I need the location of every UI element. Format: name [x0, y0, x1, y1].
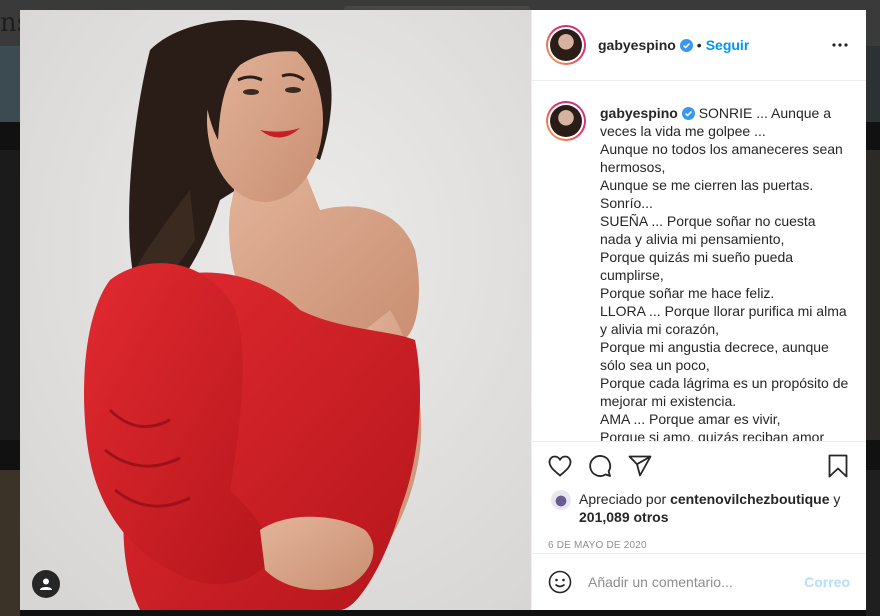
header-separator: •: [696, 37, 702, 53]
post-comment-button[interactable]: Correo: [804, 574, 850, 590]
emoji-icon: [548, 570, 572, 594]
background-grid-tile: [866, 150, 880, 440]
comment-icon: [589, 455, 612, 477]
comment-button[interactable]: [588, 454, 612, 478]
share-icon: [628, 455, 652, 477]
post-caption: gabyespino SONRIE ... Aunque a veces la …: [600, 104, 850, 441]
more-options-icon: [832, 43, 848, 47]
like-button[interactable]: [548, 454, 572, 478]
post-date[interactable]: 6 DE MAYO DE 2020: [548, 540, 850, 551]
emoji-button[interactable]: [548, 570, 572, 594]
caption-text: SONRIE ... Aunque a veces la vida me gol…: [600, 105, 849, 441]
verified-badge-icon: [679, 38, 693, 52]
verified-badge-icon: [681, 107, 695, 120]
caption-avatar[interactable]: [546, 101, 586, 141]
author-username[interactable]: gabyespino: [598, 37, 676, 53]
share-button[interactable]: [628, 454, 652, 478]
background-story: [0, 46, 20, 122]
bookmark-icon: [828, 454, 848, 478]
post-header: gabyespino • Seguir: [532, 10, 866, 81]
likes-prefix: Apreciado por: [579, 491, 667, 507]
tag-people-button[interactable]: [32, 570, 60, 598]
author-avatar[interactable]: [546, 25, 586, 65]
comment-form: Correo: [532, 553, 866, 610]
likes-summary: Apreciado por centenovilchezboutique y 2…: [548, 490, 850, 526]
save-button[interactable]: [826, 454, 850, 478]
liked-by-username[interactable]: centenovilchezboutique: [670, 491, 829, 507]
follow-button[interactable]: Seguir: [706, 37, 750, 53]
liker-avatar[interactable]: [551, 490, 571, 510]
likes-and: y: [833, 491, 841, 507]
post-sidebar: gabyespino • Seguir gabyespino SONRIE ..…: [531, 10, 866, 610]
background-story: [866, 46, 880, 122]
caption-username[interactable]: gabyespino: [600, 105, 678, 121]
heart-icon: [548, 455, 572, 477]
comments-area: gabyespino SONRIE ... Aunque a veces la …: [532, 81, 866, 441]
post-photo[interactable]: [20, 10, 531, 610]
likes-count[interactable]: 201,089 otros: [579, 509, 669, 525]
post-modal: gabyespino • Seguir gabyespino SONRIE ..…: [20, 10, 866, 610]
background-grid-tile: [0, 150, 20, 440]
more-options-button[interactable]: [830, 35, 850, 55]
background-grid-tile: [0, 470, 20, 616]
post-photo-illustration: [20, 10, 531, 610]
user-tag-icon: [40, 578, 52, 590]
background-grid-tile: [866, 470, 880, 616]
post-actions: Apreciado por centenovilchezboutique y 2…: [532, 441, 866, 553]
comment-input[interactable]: [588, 574, 805, 590]
